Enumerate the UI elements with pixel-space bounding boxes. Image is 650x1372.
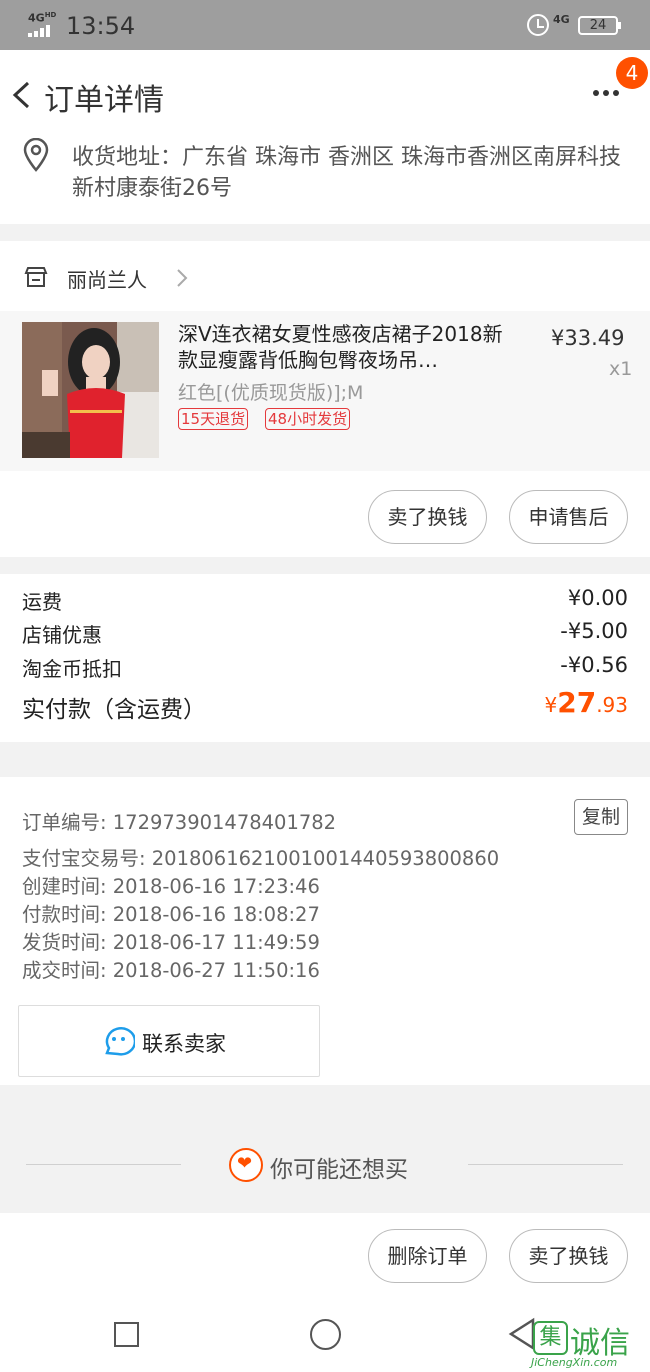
product-price: ¥33.49 [551, 326, 625, 350]
tag-shipping: 48小时发货 [265, 408, 351, 430]
contact-seller-label: 联系卖家 [142, 1032, 226, 1056]
product-sku: 红色[(优质现货版)];M [178, 382, 364, 404]
alipay-trade-number: 支付宝交易号: 2018061621001001440593800860 [22, 847, 500, 870]
shop-discount-label: 店铺优惠 [22, 623, 102, 647]
shipped-time: 发货时间: 2018-06-17 11:49:59 [22, 931, 320, 954]
paid-time: 付款时间: 2018-06-16 18:08:27 [22, 903, 320, 926]
nav-square-icon[interactable] [114, 1322, 139, 1347]
battery-icon: 24 [578, 16, 621, 35]
shipping-value: ¥0.00 [567, 586, 628, 610]
delete-order-button[interactable]: 删除订单 [368, 1229, 487, 1283]
shop-icon [24, 267, 48, 287]
chevron-right-icon[interactable] [176, 268, 188, 288]
aftersale-button[interactable]: 申请售后 [509, 490, 628, 544]
tag-return: 15天退货 [178, 408, 249, 430]
product-image[interactable] [22, 322, 159, 458]
heart-icon [229, 1148, 263, 1182]
shop-discount-value: -¥5.00 [560, 619, 628, 643]
signal-icon [28, 25, 54, 37]
chat-face-icon [105, 1027, 135, 1056]
divider-right [468, 1164, 623, 1165]
notification-badge: 4 [616, 57, 648, 89]
shipping-label: 运费 [22, 590, 62, 614]
divider-left [26, 1164, 181, 1165]
recommend-label: 你可能还想买 [270, 1157, 408, 1183]
product-quantity: x1 [609, 358, 633, 380]
watermark-url: JiChengXin.com [531, 1356, 618, 1369]
watermark-logo: 集 [533, 1321, 568, 1355]
nav-circle-icon[interactable] [310, 1319, 341, 1350]
network-indicator-2: 4G [553, 13, 570, 26]
shop-name[interactable]: 丽尚兰人 [67, 264, 147, 293]
coin-deduction-value: -¥0.56 [560, 653, 628, 677]
network-indicator: 4GHD [28, 11, 57, 25]
sell-button[interactable]: 卖了换钱 [368, 490, 487, 544]
coin-deduction-label: 淘金币抵扣 [22, 657, 122, 681]
page-title: 订单详情 [44, 83, 164, 118]
location-icon [23, 138, 49, 172]
total-label: 实付款（含运费） [22, 697, 206, 723]
created-time: 创建时间: 2018-06-16 17:23:46 [22, 875, 320, 898]
more-icon[interactable] [593, 90, 623, 98]
back-arrow-icon[interactable] [10, 80, 32, 110]
address-text: 收货地址：广东省 珠海市 香洲区 珠海市香洲区南屏科技新村康泰街26号 [72, 145, 621, 201]
total-value: ¥27.93 [544, 686, 628, 719]
product-title[interactable]: 深V连衣裙女夏性感夜店裙子2018新款显瘦露背低胸包臀夜场吊… [178, 321, 518, 373]
alarm-icon [527, 14, 549, 36]
copy-button[interactable]: 复制 [574, 799, 628, 835]
completed-time: 成交时间: 2018-06-27 11:50:16 [22, 959, 320, 982]
order-number: 订单编号: 172973901478401782 [22, 811, 337, 834]
sell-button-bottom[interactable]: 卖了换钱 [509, 1229, 628, 1283]
status-time: 13:54 [66, 12, 136, 40]
